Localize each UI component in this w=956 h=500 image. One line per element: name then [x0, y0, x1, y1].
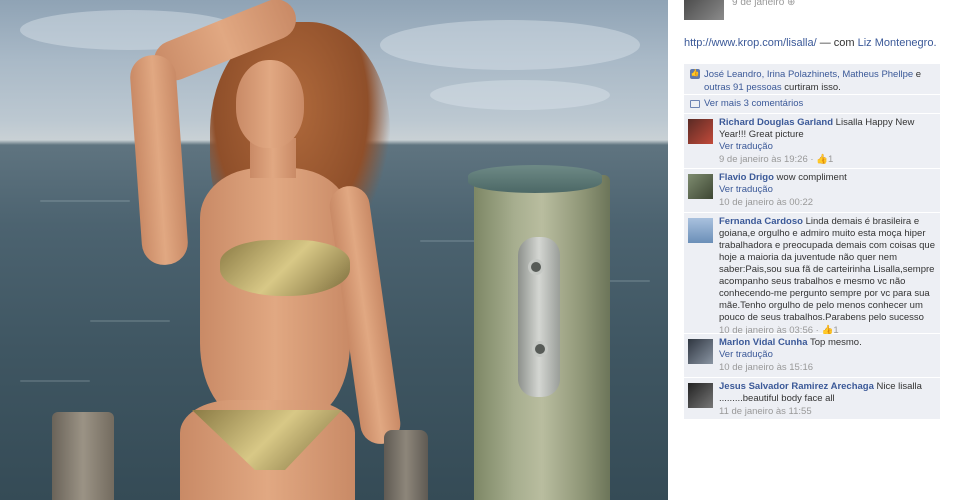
view-more-comments-link[interactable]: Ver mais 3 comentários	[704, 98, 803, 109]
avatar[interactable]	[688, 119, 713, 144]
avatar[interactable]	[688, 174, 713, 199]
view-more-comments[interactable]: Ver mais 3 comentários	[684, 95, 940, 113]
comment-time[interactable]: 11 de janeiro às 11:55	[719, 406, 936, 418]
post-photo[interactable]	[0, 0, 668, 500]
comment-text: wow compliment	[776, 172, 847, 183]
likes-connector: e	[915, 69, 922, 80]
tagged-person-link[interactable]: Liz Montenegro.	[858, 37, 937, 49]
avatar[interactable]	[688, 218, 713, 243]
comment-author[interactable]: Flavio Drigo	[719, 172, 774, 183]
dock-post-middle	[384, 430, 428, 500]
comment-text: Linda demais é brasileira e goiana,e org…	[719, 216, 935, 323]
avatar[interactable]	[684, 0, 724, 20]
sea-wave	[40, 200, 130, 202]
likes-suffix: curtiram isso.	[784, 82, 841, 93]
cleat-bolt	[528, 259, 544, 275]
globe-icon: ⊕	[787, 0, 796, 8]
comment-item: Flavio Drigo wow compliment Ver tradução…	[684, 169, 940, 212]
post-details-panel: 9 de janeiro ⊕ http://www.krop.com/lisal…	[684, 0, 940, 500]
sky-cloud	[380, 20, 640, 70]
comment-text: Top mesmo.	[809, 337, 862, 348]
comment-author[interactable]: Marlon Vidal Cunha	[719, 337, 808, 348]
comment-time[interactable]: 10 de janeiro às 15:16	[719, 362, 936, 374]
comment-item: Jesus Salvador Ramirez Arechaga Nice lis…	[684, 378, 940, 419]
sea-wave	[20, 380, 90, 382]
comment-like-count[interactable]: 1	[828, 154, 833, 165]
post-header: 9 de janeiro ⊕	[684, 0, 940, 20]
likers-names[interactable]: José Leandro, Irina Polazhinets, Matheus…	[704, 69, 913, 80]
comment-icon	[690, 100, 700, 108]
comment-item: Marlon Vidal Cunha Top mesmo. Ver traduç…	[684, 334, 940, 377]
dock-post-cap	[468, 165, 602, 193]
comment-author[interactable]: Richard Douglas Garland	[719, 117, 833, 128]
thumbs-up-icon: 👍	[690, 69, 700, 79]
comment-time[interactable]: 10 de janeiro às 00:22	[719, 197, 936, 209]
sea-wave	[420, 240, 480, 242]
post-date-text: 9 de janeiro	[732, 0, 785, 8]
translate-link[interactable]: Ver tradução	[719, 349, 936, 361]
translate-link[interactable]: Ver tradução	[719, 184, 936, 196]
comment-author[interactable]: Fernanda Cardoso	[719, 216, 803, 227]
post-link[interactable]: http://www.krop.com/lisalla/	[684, 37, 817, 49]
cleat-bolt	[532, 341, 548, 357]
comment-item: Fernanda Cardoso Linda demais é brasilei…	[684, 213, 940, 336]
sky-cloud	[430, 80, 610, 110]
post-date[interactable]: 9 de janeiro ⊕	[732, 0, 795, 8]
likers-others-link[interactable]: outras 91 pessoas	[704, 82, 782, 93]
avatar[interactable]	[688, 383, 713, 408]
comment-meta: 9 de janeiro às 19:26 · 👍1	[719, 154, 834, 165]
bikini-top	[220, 240, 350, 296]
comment-time[interactable]: 9 de janeiro às 19:26	[719, 154, 808, 165]
thumbs-up-icon: 👍	[816, 154, 829, 165]
translate-link[interactable]: Ver tradução	[719, 141, 936, 153]
likes-summary: 👍 José Leandro, Irina Polazhinets, Mathe…	[684, 64, 940, 94]
comment-author[interactable]: Jesus Salvador Ramirez Arechaga	[719, 381, 874, 392]
post-caption: http://www.krop.com/lisalla/ — com Liz M…	[684, 37, 940, 49]
with-text: — com	[819, 37, 855, 49]
comment-item: Richard Douglas Garland Lisalla Happy Ne…	[684, 114, 940, 168]
avatar[interactable]	[688, 339, 713, 364]
model-arm-left	[128, 53, 190, 267]
boat-cleat	[518, 237, 560, 397]
dock-post-left	[52, 412, 114, 500]
sea-wave	[90, 320, 170, 322]
model-face	[236, 60, 304, 148]
